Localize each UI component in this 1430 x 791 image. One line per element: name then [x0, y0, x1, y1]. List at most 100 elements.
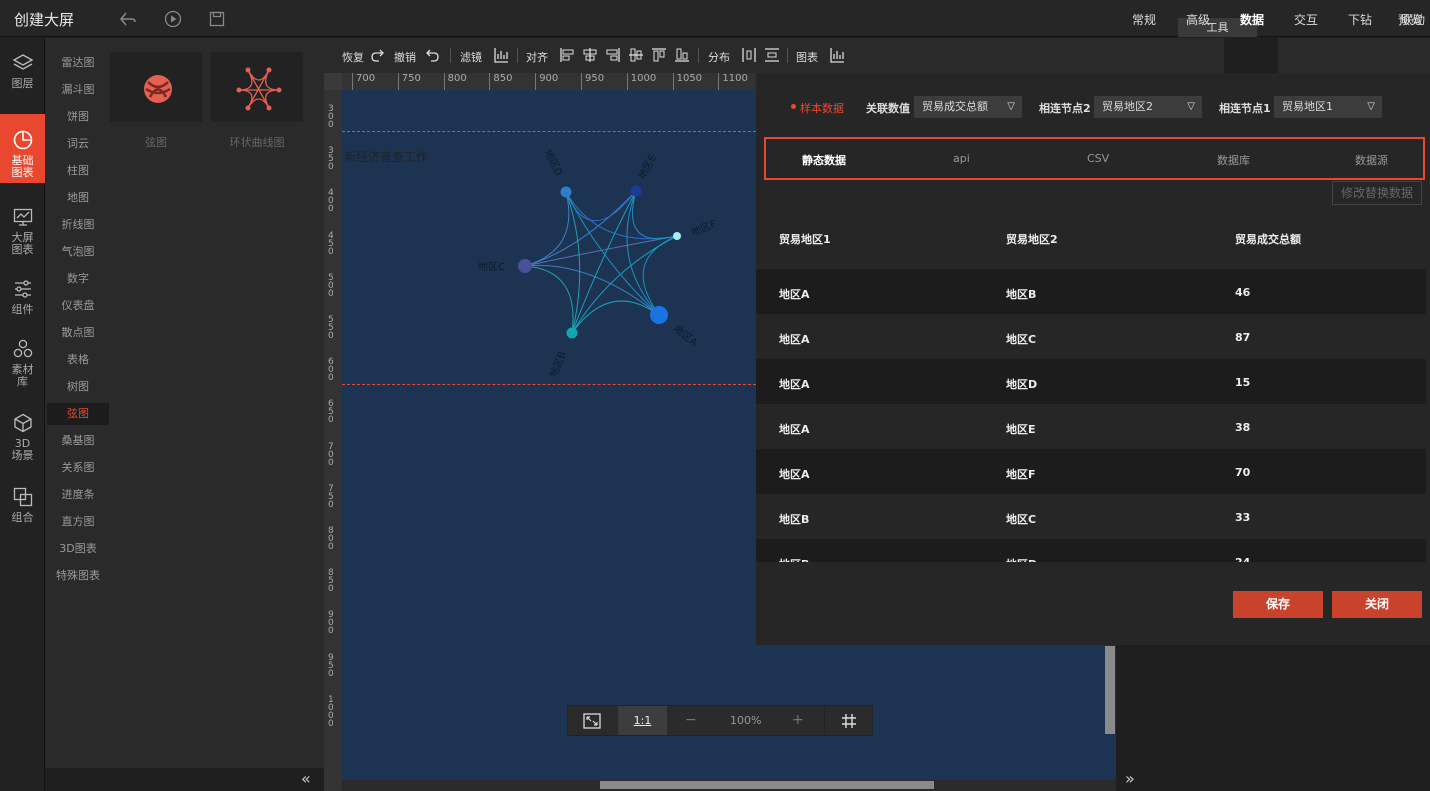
- table-row[interactable]: 地区B 地区D 24: [756, 539, 1426, 562]
- grid-icon[interactable]: [841, 713, 857, 729]
- data-source-tabs: 静态数据 api CSV 数据库 数据源: [764, 137, 1425, 180]
- category-item[interactable]: 特殊图表: [47, 565, 109, 587]
- table-row[interactable]: 地区A 地区C 87: [756, 314, 1426, 359]
- ruler-tick: 450: [328, 230, 334, 257]
- tab-api[interactable]: api: [953, 152, 970, 165]
- category-item[interactable]: 散点图: [47, 322, 109, 344]
- align-center-icon[interactable]: [582, 47, 598, 63]
- chord-node-f[interactable]: [673, 232, 681, 240]
- category-item[interactable]: 关系图: [47, 457, 109, 479]
- tab-drilldown[interactable]: 下钻: [1348, 11, 1372, 28]
- undo-button[interactable]: 撤销: [394, 49, 416, 65]
- horizontal-scrollbar[interactable]: [600, 781, 934, 789]
- category-item[interactable]: 仪表盘: [47, 295, 109, 317]
- rail-item-basic-charts[interactable]: 基础图表: [0, 114, 45, 183]
- table-row[interactable]: 地区A 地区F 70: [756, 449, 1426, 494]
- redo-button[interactable]: 恢复: [342, 49, 364, 65]
- rail-item-3d-scene[interactable]: 3D场景: [0, 412, 45, 462]
- tab-static-data[interactable]: 静态数据: [802, 152, 846, 168]
- edit-replace-data-button[interactable]: 修改替换数据: [1332, 181, 1422, 205]
- category-item[interactable]: 柱图: [47, 160, 109, 182]
- tab-interaction[interactable]: 交互: [1294, 11, 1318, 28]
- chord-label-a: 地区A: [671, 322, 700, 349]
- category-item[interactable]: 数字: [47, 268, 109, 290]
- category-item[interactable]: 词云: [47, 133, 109, 155]
- chord-node-b[interactable]: [566, 327, 578, 339]
- rail-item-layers[interactable]: 图层: [0, 52, 45, 90]
- category-item[interactable]: 表格: [47, 349, 109, 371]
- expand-right-icon[interactable]: »: [1125, 769, 1135, 788]
- play-icon[interactable]: [163, 9, 183, 29]
- rail-item-components[interactable]: 组件: [0, 278, 45, 316]
- save-button[interactable]: 保存: [1233, 591, 1323, 618]
- table-row[interactable]: 地区A 地区E 38: [756, 404, 1426, 449]
- node1-select[interactable]: 贸易地区1 ▽: [1274, 96, 1382, 118]
- rail-item-screen-charts[interactable]: 大屏图表: [0, 206, 45, 256]
- ring-curve-chart-icon: [236, 67, 282, 111]
- align-bottom-icon[interactable]: [674, 47, 690, 63]
- ruler-tick: 650: [328, 399, 334, 426]
- distribute-h-icon[interactable]: [741, 47, 757, 63]
- category-item[interactable]: 地图: [47, 187, 109, 209]
- tab-linkage[interactable]: 联动: [1401, 11, 1425, 28]
- tab-data[interactable]: 数据: [1240, 11, 1264, 28]
- zoom-out-button[interactable]: −: [685, 712, 697, 728]
- category-item[interactable]: 弦图: [47, 403, 109, 425]
- vertical-scrollbar[interactable]: [1105, 646, 1115, 734]
- align-button[interactable]: 对齐: [526, 49, 548, 65]
- tab-general[interactable]: 常规: [1132, 11, 1156, 28]
- category-item[interactable]: 气泡图: [47, 241, 109, 263]
- save-icon[interactable]: [207, 9, 227, 29]
- category-item[interactable]: 3D图表: [47, 538, 109, 560]
- chord-chart-thumb[interactable]: [110, 52, 202, 122]
- back-icon[interactable]: [118, 9, 138, 29]
- tab-advanced[interactable]: 高级: [1186, 11, 1210, 28]
- filter-chart-icon[interactable]: [493, 47, 509, 63]
- category-item[interactable]: 折线图: [47, 214, 109, 236]
- rail-item-materials[interactable]: 素材库: [0, 338, 45, 388]
- distribute-v-icon[interactable]: [764, 47, 780, 63]
- chord-node-d[interactable]: [560, 186, 572, 198]
- category-item[interactable]: 进度条: [47, 484, 109, 506]
- category-item[interactable]: 树图: [47, 376, 109, 398]
- category-item[interactable]: 饼图: [47, 106, 109, 128]
- zoom-in-button[interactable]: +: [792, 712, 804, 728]
- tab-database[interactable]: 数据库: [1217, 152, 1250, 168]
- ring-curve-chart-thumb[interactable]: [211, 52, 303, 122]
- fit-screen-icon[interactable]: [583, 713, 601, 729]
- distribute-button[interactable]: 分布: [708, 49, 730, 65]
- sample-data-link[interactable]: 样本数据: [800, 100, 844, 116]
- node2-select[interactable]: 贸易地区2 ▽: [1094, 96, 1202, 118]
- chord-node-e[interactable]: [630, 185, 642, 197]
- category-item[interactable]: 桑基图: [47, 430, 109, 452]
- actual-size-button[interactable]: 1:1: [618, 706, 667, 735]
- chord-node-a[interactable]: [650, 306, 668, 324]
- undo-icon[interactable]: [424, 47, 440, 63]
- filter-button[interactable]: 滤镜: [460, 49, 482, 65]
- align-right-icon[interactable]: [605, 47, 621, 63]
- table-row[interactable]: 地区A 地区D 15: [756, 359, 1426, 404]
- rail-label: 组合: [11, 511, 34, 524]
- category-item[interactable]: 漏斗图: [47, 79, 109, 101]
- align-vcenter-icon[interactable]: [628, 47, 644, 63]
- tab-datasource[interactable]: 数据源: [1355, 152, 1388, 168]
- chord-node-c[interactable]: [518, 259, 532, 273]
- align-left-icon[interactable]: [559, 47, 575, 63]
- rail-item-group[interactable]: 组合: [0, 486, 45, 524]
- table-row[interactable]: 地区A 地区B 46: [756, 269, 1426, 314]
- table-row[interactable]: 地区B 地区C 33: [756, 494, 1426, 539]
- redo-icon[interactable]: [370, 47, 386, 63]
- tab-csv[interactable]: CSV: [1087, 152, 1109, 165]
- table-cell: 地区F: [1006, 468, 1036, 481]
- assoc-value-select[interactable]: 贸易成交总额 ▽: [914, 96, 1022, 118]
- close-button[interactable]: 关闭: [1332, 591, 1422, 618]
- chart-icon[interactable]: [829, 47, 845, 63]
- zoom-bar: 1:1 − 100% +: [567, 705, 873, 736]
- category-item[interactable]: 直方图: [47, 511, 109, 533]
- collapse-left-icon[interactable]: «: [301, 769, 311, 788]
- align-top-icon[interactable]: [651, 47, 667, 63]
- chart-button[interactable]: 图表: [796, 49, 818, 65]
- materials-icon: [13, 339, 32, 358]
- category-item[interactable]: 雷达图: [47, 52, 109, 74]
- chord-chart-widget[interactable]: 地区C 地区D 地区E 地区F 地区A 地区B: [470, 140, 730, 380]
